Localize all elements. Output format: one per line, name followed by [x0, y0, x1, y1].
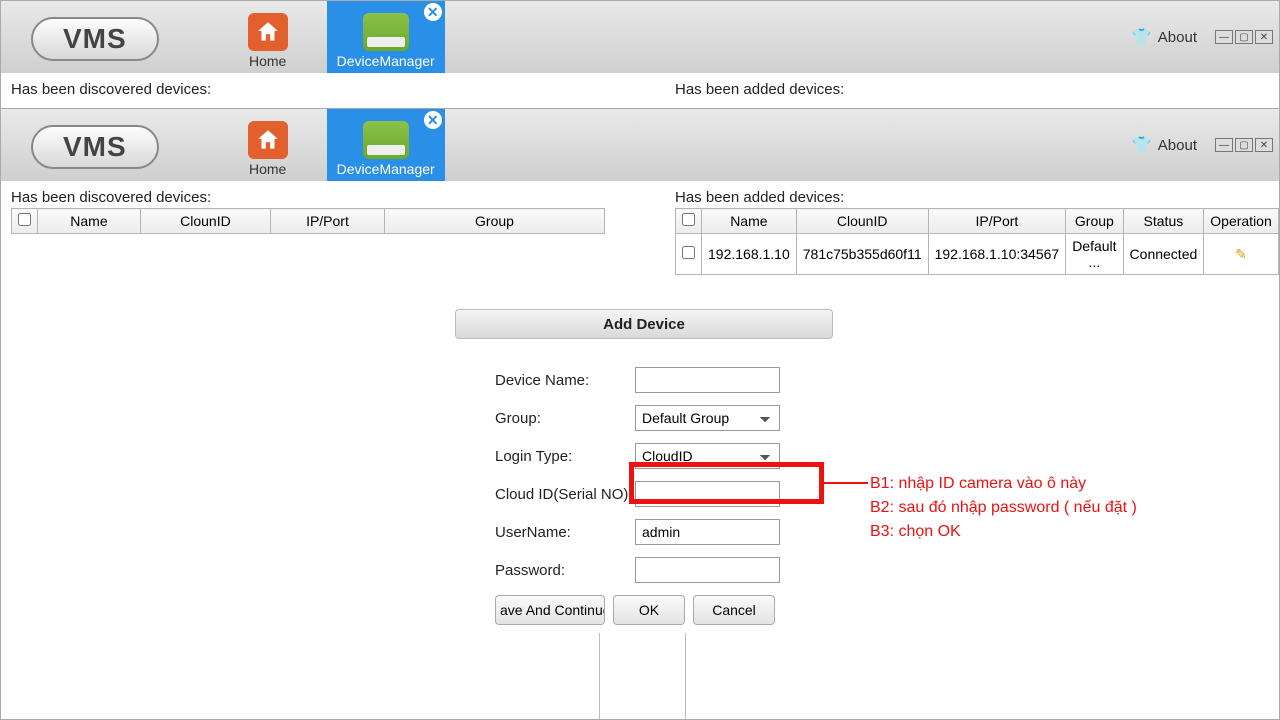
col-name: Name	[38, 209, 141, 234]
close-icon[interactable]: ✕	[424, 111, 442, 129]
discovered-select-all[interactable]	[18, 213, 31, 226]
discovered-table: Name ClounID IP/Port Group	[11, 208, 605, 234]
device-name-input[interactable]	[635, 367, 780, 393]
cell-operation[interactable]: ✎	[1204, 234, 1278, 275]
maximize-button[interactable]: ▢	[1235, 138, 1253, 152]
added-label: Has been added devices:	[675, 189, 1269, 206]
save-and-continue-button[interactable]: ave And Continue	[495, 595, 605, 625]
edit-icon[interactable]: ✎	[1235, 246, 1247, 262]
col-ipport: IP/Port	[928, 209, 1066, 234]
discovered-label: Has been discovered devices:	[11, 189, 605, 206]
minimize-button[interactable]: —	[1215, 138, 1233, 152]
col-group: Group	[385, 209, 605, 234]
annotation-connector	[824, 482, 868, 484]
label-password: Password:	[455, 562, 635, 579]
nav-dm-label: DeviceManager	[337, 53, 435, 69]
cell-clounid: 781c75b355d60f11	[796, 234, 928, 275]
about-button-back[interactable]: 👕 About	[1132, 27, 1197, 47]
divider	[599, 633, 600, 719]
col-group: Group	[1066, 209, 1123, 234]
annotation-line-3: B3: chọn OK	[870, 520, 1137, 544]
about-button[interactable]: 👕 About	[1132, 135, 1197, 155]
cell-status: Connected	[1123, 234, 1204, 275]
nav-home-back[interactable]: Home	[209, 1, 327, 73]
added-table: Name ClounID IP/Port Group Status Operat…	[675, 208, 1279, 275]
label-device-name: Device Name:	[455, 372, 635, 389]
devicemanager-icon	[363, 121, 409, 159]
about-label: About	[1158, 137, 1197, 154]
added-label-back: Has been added devices:	[675, 81, 1269, 98]
group-select[interactable]: Default Group	[635, 405, 780, 431]
app-logo: VMS	[31, 17, 159, 61]
titlebar-front: VMS Home ✕ DeviceManager 👕 About — ▢	[1, 109, 1279, 181]
annotation-line-1: B1: nhập ID camera vào ô này	[870, 472, 1137, 496]
col-name: Name	[702, 209, 797, 234]
close-button[interactable]: ✕	[1255, 30, 1273, 44]
col-clounid: ClounID	[796, 209, 928, 234]
about-label: About	[1158, 29, 1197, 46]
titlebar-back: VMS Home ✕ DeviceManager 👕 About — ▢	[1, 1, 1279, 73]
dialog-title: Add Device	[455, 309, 833, 339]
devicemanager-icon	[363, 13, 409, 51]
close-icon[interactable]: ✕	[424, 3, 442, 21]
table-row[interactable]: 192.168.1.10 781c75b355d60f11 192.168.1.…	[676, 234, 1279, 275]
nav-home-label: Home	[249, 53, 286, 69]
col-ipport: IP/Port	[270, 209, 384, 234]
annotation-line-2: B2: sau đó nhập password ( nếu đặt )	[870, 496, 1137, 520]
cell-ipport: 192.168.1.10:34567	[928, 234, 1066, 275]
app-logo-front: VMS	[31, 125, 159, 169]
cell-name: 192.168.1.10	[702, 234, 797, 275]
nav-devicemanager-back[interactable]: ✕ DeviceManager	[327, 1, 445, 73]
tshirt-icon: 👕	[1132, 135, 1152, 155]
cloud-id-input[interactable]	[635, 481, 780, 507]
label-login-type: Login Type:	[455, 448, 635, 465]
login-type-select[interactable]: CloudID	[635, 443, 780, 469]
discovered-label-back: Has been discovered devices:	[11, 81, 605, 98]
nav-devicemanager[interactable]: ✕ DeviceManager	[327, 109, 445, 181]
nav-home[interactable]: Home	[209, 109, 327, 181]
nav-home-label: Home	[249, 161, 286, 177]
maximize-button[interactable]: ▢	[1235, 30, 1253, 44]
ok-button[interactable]: OK	[613, 595, 685, 625]
username-input[interactable]	[635, 519, 780, 545]
nav-dm-label: DeviceManager	[337, 161, 435, 177]
col-operation: Operation	[1204, 209, 1278, 234]
divider	[685, 633, 686, 719]
minimize-button[interactable]: —	[1215, 30, 1233, 44]
annotation-text: B1: nhập ID camera vào ô này B2: sau đó …	[870, 472, 1137, 544]
row-checkbox[interactable]	[682, 246, 695, 259]
col-clounid: ClounID	[140, 209, 270, 234]
password-input[interactable]	[635, 557, 780, 583]
home-icon	[248, 121, 288, 159]
label-group: Group:	[455, 410, 635, 427]
tshirt-icon: 👕	[1132, 27, 1152, 47]
window-back: VMS Home ✕ DeviceManager 👕 About — ▢	[0, 0, 1280, 110]
add-device-dialog: Add Device Device Name: Group: Default G…	[455, 309, 833, 637]
close-button[interactable]: ✕	[1255, 138, 1273, 152]
window-front: VMS Home ✕ DeviceManager 👕 About — ▢	[0, 108, 1280, 720]
label-cloud-id: Cloud ID(Serial NO):	[455, 486, 635, 503]
cell-group: Default ...	[1066, 234, 1123, 275]
label-username: UserName:	[455, 524, 635, 541]
added-select-all[interactable]	[682, 213, 695, 226]
home-icon	[248, 13, 288, 51]
col-status: Status	[1123, 209, 1204, 234]
cancel-button[interactable]: Cancel	[693, 595, 775, 625]
